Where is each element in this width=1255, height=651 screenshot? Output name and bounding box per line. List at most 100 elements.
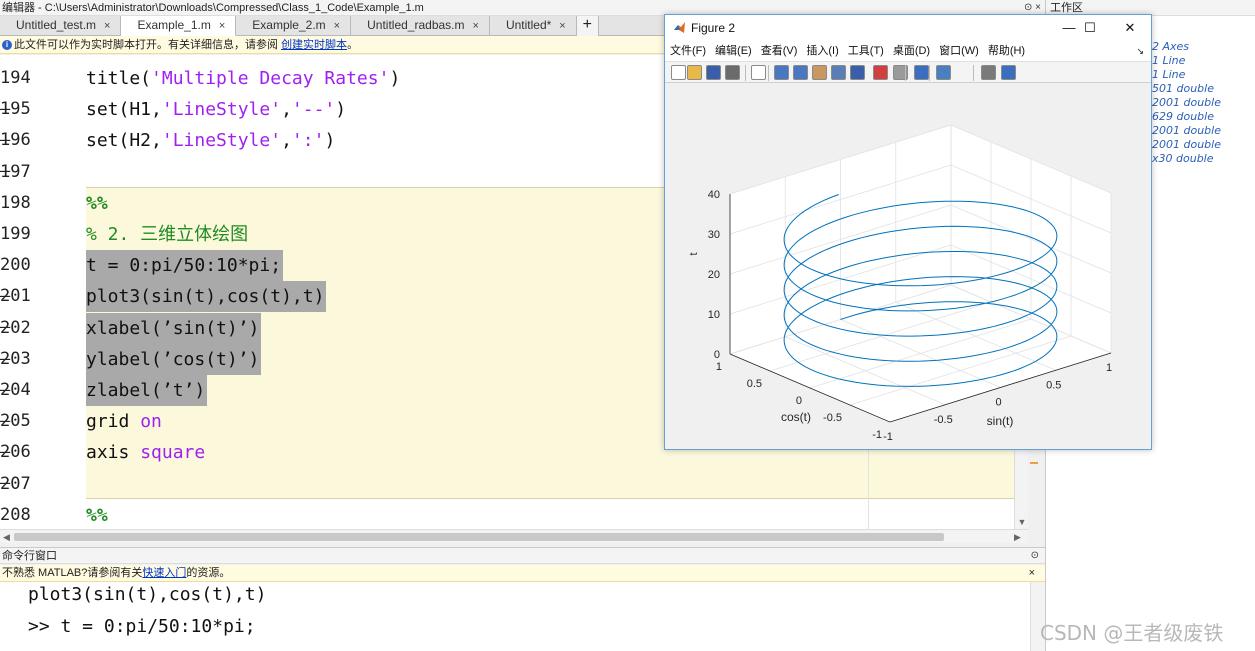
- pointer-icon[interactable]: [751, 65, 766, 80]
- quick-start-link[interactable]: 快速入门: [142, 567, 186, 579]
- line-number[interactable]: 208 —: [0, 500, 46, 529]
- code-text[interactable]: grid on: [86, 406, 162, 437]
- code-text[interactable]: title('Multiple Decay Rates'): [86, 63, 400, 94]
- code-text[interactable]: %%: [86, 500, 108, 529]
- zoom-in-icon[interactable]: [774, 65, 789, 80]
- token: t = 0:pi/50:10*pi;: [86, 255, 282, 277]
- hide-plot-tools-icon[interactable]: [981, 65, 996, 80]
- new-file-icon[interactable]: [671, 65, 686, 80]
- code-text[interactable]: ylabel(’cos(t)’): [86, 343, 262, 375]
- save-icon[interactable]: [706, 65, 721, 80]
- code-text[interactable]: %%: [86, 188, 108, 219]
- figure-menu-item[interactable]: 工具(T): [848, 45, 884, 57]
- close-info-icon[interactable]: ×: [1029, 565, 1035, 582]
- code-text[interactable]: xlabel(’sin(t)’): [86, 312, 262, 344]
- figure-title: Figure 2: [691, 21, 736, 35]
- figure-menu-item[interactable]: 查看(V): [761, 45, 798, 57]
- token-cmt: % 2. 三维立体绘图: [86, 224, 249, 245]
- line-number[interactable]: 199: [0, 219, 46, 250]
- open-folder-icon[interactable]: [687, 65, 702, 80]
- tab-example-1-m[interactable]: Example_1.m ×: [121, 16, 237, 36]
- z-tick-label: 20: [708, 269, 720, 281]
- scroll-down-arrow-icon[interactable]: ▼: [1015, 517, 1029, 527]
- y-tick-label: 0.5: [747, 378, 762, 390]
- figure-menu-item[interactable]: 窗口(W): [939, 45, 979, 57]
- line-number[interactable]: 207: [0, 469, 46, 500]
- code-text[interactable]: axis square: [86, 437, 205, 468]
- line-number[interactable]: 198: [0, 188, 46, 219]
- code-line[interactable]: 207: [0, 469, 1014, 500]
- token: grid: [86, 411, 141, 433]
- token-str: ':': [291, 130, 325, 152]
- workspace-variable-size[interactable]: 629 double: [1152, 110, 1214, 123]
- command-window-menu-icon[interactable]: ⊙: [1031, 548, 1039, 564]
- code-text[interactable]: plot3(sin(t),cos(t),t): [86, 281, 327, 313]
- brush-icon[interactable]: [873, 65, 888, 80]
- workspace-variable-size[interactable]: 2 Axes: [1152, 40, 1189, 53]
- figure-menu-item[interactable]: 插入(I): [806, 45, 838, 57]
- close-icon[interactable]: ✕: [1110, 15, 1150, 41]
- scroll-right-arrow-icon[interactable]: ▶: [1014, 530, 1021, 544]
- workspace-variable-size[interactable]: 2001 double: [1152, 96, 1221, 109]
- figure-menu-item[interactable]: 帮助(H): [988, 45, 1025, 57]
- tab-label: Untitled_radbas.m: [367, 18, 465, 32]
- workspace-variable-size[interactable]: 2001 double: [1152, 138, 1221, 151]
- token-cell: %%: [86, 192, 108, 214]
- colorbar-icon[interactable]: [914, 65, 929, 80]
- command-prompt-line[interactable]: >> t = 0:pi/50:10*pi;: [28, 616, 256, 637]
- code-text[interactable]: zlabel(’t’): [86, 375, 208, 406]
- figure-menu-item[interactable]: 文件(F): [670, 45, 706, 57]
- line-number[interactable]: 197: [0, 157, 46, 188]
- tab-untitled-test-m[interactable]: Untitled_test.m ×: [0, 16, 122, 36]
- close-tab-icon[interactable]: ×: [334, 20, 340, 32]
- code-text[interactable]: % 2. 三维立体绘图: [86, 219, 248, 250]
- zoom-out-icon[interactable]: [793, 65, 808, 80]
- z-tick-label: 0: [714, 349, 720, 361]
- close-tab-icon[interactable]: ×: [104, 20, 110, 32]
- code-text[interactable]: set(H1,'LineStyle','--'): [86, 94, 346, 125]
- rotate-3d-icon[interactable]: [831, 65, 846, 80]
- plot3-axes[interactable]: 0 10 20 30 40 -1 -0.5 0 0.5 1 -1 -0.5 0 0.5 1 sin(t) cos…: [665, 83, 1151, 449]
- figure-menu-item[interactable]: 编辑(E): [715, 45, 752, 57]
- create-live-script-link[interactable]: 创建实时脚本: [281, 39, 347, 51]
- workspace-variable-size[interactable]: 2001 double: [1152, 124, 1221, 137]
- figure-window[interactable]: Figure 2 — ☐ ✕ 文件(F) 编辑(E) 查看(V) 插入(I) 工具(T)…: [664, 14, 1152, 450]
- token-str: '--': [291, 99, 336, 121]
- token-str: 'LineStyle': [161, 99, 282, 121]
- figure-canvas[interactable]: 0 10 20 30 40 -1 -0.5 0 0.5 1 -1 -0.5 0 0.5 1 sin(t) cos…: [665, 83, 1151, 449]
- close-tab-icon[interactable]: ×: [219, 20, 225, 32]
- token: xlabel(’sin(t)’): [86, 317, 260, 339]
- data-cursor-icon[interactable]: [850, 65, 865, 80]
- cmd-info-text: 不熟悉 MATLAB?请参阅有关: [2, 567, 143, 579]
- info-icon: i: [2, 40, 12, 50]
- maximize-icon[interactable]: ☐: [1070, 15, 1110, 41]
- figure-menu-item[interactable]: 桌面(D): [893, 45, 930, 57]
- tab-untitled-radbas-m[interactable]: Untitled_radbas.m ×: [351, 16, 490, 36]
- scrollbar-thumb[interactable]: [14, 533, 944, 541]
- workspace-variable-size[interactable]: 501 double: [1152, 82, 1214, 95]
- workspace-variable-size[interactable]: 1 Line: [1152, 54, 1185, 67]
- code-analyzer-marker[interactable]: [1030, 462, 1038, 464]
- new-tab-button[interactable]: +: [576, 16, 599, 36]
- close-tab-icon[interactable]: ×: [559, 20, 565, 32]
- command-window-title: 命令行窗口: [2, 550, 57, 562]
- menu-overflow-icon[interactable]: ↘: [1136, 41, 1144, 61]
- tab-untitled-[interactable]: Untitled* ×: [490, 16, 577, 36]
- pan-hand-icon[interactable]: [812, 65, 827, 80]
- tab-example-2-m[interactable]: Example_2.m ×: [236, 16, 352, 36]
- legend-icon[interactable]: [936, 65, 951, 80]
- scroll-left-arrow-icon[interactable]: ◀: [3, 530, 10, 544]
- token-cell: %%: [86, 504, 108, 526]
- workspace-variable-size[interactable]: x30 double: [1152, 152, 1214, 165]
- workspace-variable-size[interactable]: 1 Line: [1152, 68, 1185, 81]
- command-history-line: plot3(sin(t),cos(t),t): [28, 584, 267, 605]
- code-line[interactable]: 208 —%%: [0, 500, 1014, 529]
- command-window[interactable]: plot3(sin(t),cos(t),t) >> t = 0:pi/50:10…: [0, 582, 1030, 651]
- code-text[interactable]: t = 0:pi/50:10*pi;: [86, 250, 284, 282]
- figure-title-bar[interactable]: Figure 2 — ☐ ✕: [665, 15, 1151, 41]
- close-tab-icon[interactable]: ×: [473, 20, 479, 32]
- editor-horizontal-scrollbar[interactable]: ◀ ▶: [0, 529, 1028, 543]
- code-text[interactable]: set(H2,'LineStyle',':'): [86, 125, 335, 156]
- print-icon[interactable]: [725, 65, 740, 80]
- show-plot-tools-icon[interactable]: [1001, 65, 1016, 80]
